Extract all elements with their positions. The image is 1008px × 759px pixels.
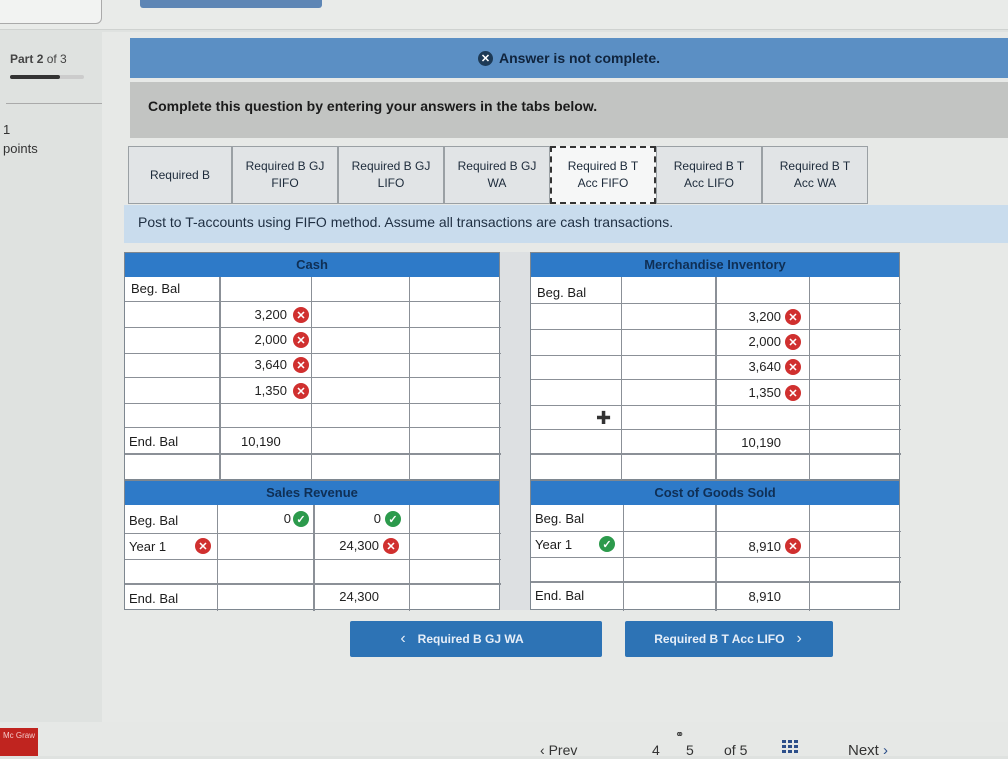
sales-beg-credit[interactable]: 0 [321,511,381,526]
chevron-left-icon: ‹ [400,630,406,647]
incorrect-icon: ✕ [293,383,309,399]
cursor-crosshair-icon: ✚ [596,408,612,428]
part-of: of 3 [46,52,67,66]
incorrect-icon: ✕ [293,307,309,323]
cogs-beg-label: Beg. Bal [535,511,585,526]
banner-text: Answer is not complete. [498,50,661,66]
t-account-merchandise-inventory: Merchandise Inventory Beg. Bal 3,200 ✕ 2… [530,252,901,481]
merch-credit-2[interactable]: 2,000 [721,334,781,349]
tab-required-b-t-acc-fifo[interactable]: Required B T Acc FIFO [550,146,656,204]
cash-debit-1[interactable]: 3,200 [227,307,287,322]
correct-icon: ✓ [385,511,401,527]
correct-icon: ✓ [293,511,309,527]
grid-icon[interactable] [782,740,798,754]
cogs-end-value: 8,910 [748,589,781,604]
top-tab-bar[interactable] [140,0,322,8]
merch-credit-4[interactable]: 1,350 [721,385,781,400]
sales-year-label[interactable]: Year 1 [129,539,166,554]
tab-required-b-t-acc-wa[interactable]: Required B T Acc WA [762,146,868,204]
cogs-year-label[interactable]: Year 1 [535,537,572,552]
tab-required-b-gj-wa[interactable]: Required B GJ WA [444,146,550,204]
merch-credit-3[interactable]: 3,640 [721,359,781,374]
part-progress-fill [10,75,60,79]
next-tab-button[interactable]: Required B T Acc LIFO › [625,621,833,657]
requirement-tabs: Required B Required B GJ FIFO Required B… [128,146,868,204]
sales-end-label: End. Bal [129,591,179,606]
cash-debit-4[interactable]: 1,350 [227,383,287,398]
chevron-right-icon: › [796,630,802,647]
cash-title: Cash [125,253,499,277]
t-account-cost-of-goods-sold: Cost of Goods Sold Beg. Bal Year 1 ✓ 8,9… [530,480,901,611]
answer-status-banner: ✕ Answer is not complete. [130,38,1008,78]
t-account-cash: Cash Beg. Bal 3,200 ✕ 2,000 ✕ 3,640 ✕ 1,… [124,252,501,481]
cogs-year-value[interactable]: 8,910 [721,539,781,554]
left-divider [6,103,104,104]
cogs-end-label: End. Bal [535,588,585,603]
merch-credit-1[interactable]: 3,200 [721,309,781,324]
sub-instruction-text: Post to T-accounts using FIFO method. As… [138,214,674,230]
cash-debit-3[interactable]: 3,640 [227,357,287,372]
points-label: points [3,141,38,156]
top-left-box[interactable] [0,0,102,24]
link-icon: ⚭ [675,729,685,741]
cash-beg-label: Beg. Bal [131,281,181,296]
points-value: 1 [3,122,11,137]
part-progress-bar [10,75,84,79]
sales-year-credit[interactable]: 24,300 [319,538,379,553]
sales-end-value: 24,300 [339,589,379,604]
incorrect-icon: ✕ [785,538,801,554]
tab-required-b-t-acc-lifo[interactable]: Required B T Acc LIFO [656,146,762,204]
tab-required-b[interactable]: Required B [128,146,232,204]
incorrect-icon: ✕ [785,385,801,401]
incorrect-icon: ✕ [293,357,309,373]
cash-debit-2[interactable]: 2,000 [227,332,287,347]
incorrect-icon: ✕ [293,332,309,348]
tab-required-b-gj-fifo[interactable]: Required B GJ FIFO [232,146,338,204]
merch-beg-label: Beg. Bal [537,285,587,300]
cash-end-value: 10,190 [241,434,281,449]
next-label: Next [848,742,879,759]
ledger-gap [500,252,530,610]
t-account-sales-revenue: Sales Revenue Beg. Bal 0 ✓ 0 ✓ Year 1 ✕ … [124,480,501,611]
cogs-title: Cost of Goods Sold [531,481,899,505]
sales-beg-debit[interactable]: 0 [231,511,291,526]
incorrect-icon: ✕ [785,359,801,375]
incorrect-icon: ✕ [383,538,399,554]
prev-tab-button[interactable]: ‹ Required B GJ WA [350,621,602,657]
cash-end-label: End. Bal [129,434,179,449]
instruction-text: Complete this question by entering your … [148,98,598,114]
incorrect-icon: ✕ [195,538,211,554]
next-tab-label: Required B T Acc LIFO [654,632,785,646]
merch-title: Merchandise Inventory [531,253,899,277]
chevron-right-icon: › [878,742,889,759]
part-indicator: Part 2 of 3 [10,52,67,66]
mcgraw-logo: Mc Graw [0,728,38,756]
sales-title: Sales Revenue [125,481,499,505]
merch-end-value: 10,190 [741,435,781,450]
incorrect-icon: ✕ [785,309,801,325]
incorrect-icon: ✕ [785,334,801,350]
tab-required-b-gj-lifo[interactable]: Required B GJ LIFO [338,146,444,204]
x-circle-icon: ✕ [477,50,493,66]
prev-tab-label: Required B GJ WA [417,632,524,646]
part-current: 2 [36,52,44,66]
correct-icon: ✓ [599,536,615,552]
next-page-button[interactable]: Next › [848,742,888,759]
part-label: Part [10,52,34,66]
sales-beg-label: Beg. Bal [129,513,179,528]
